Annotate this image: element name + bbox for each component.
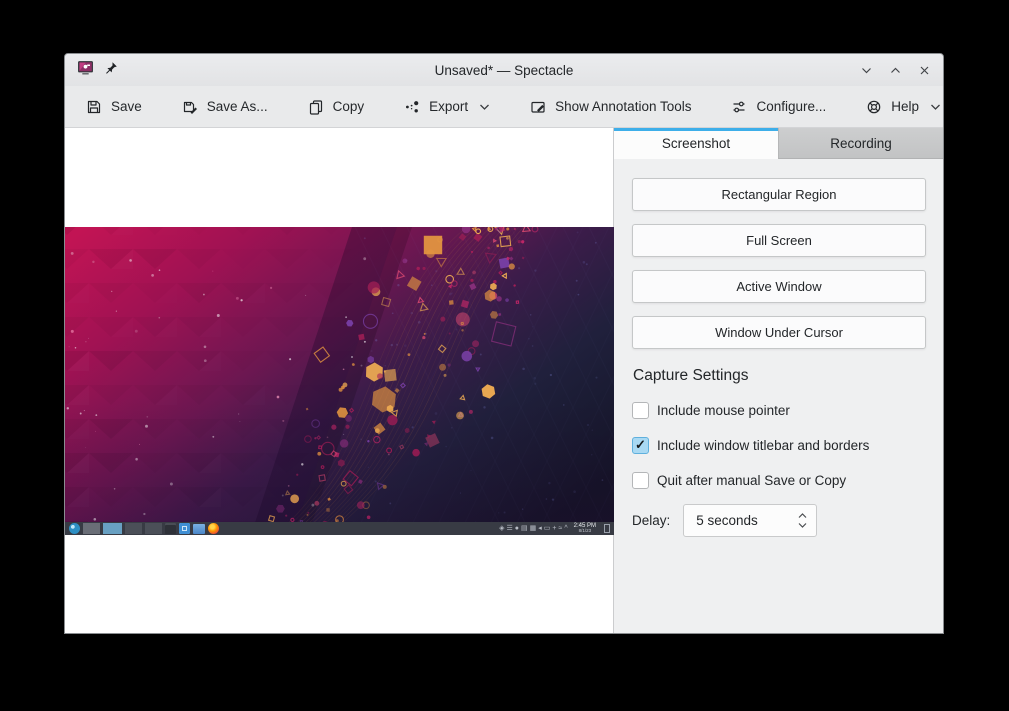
window-title: Unsaved* — Spectacle xyxy=(435,63,574,78)
notification-icon: ● xyxy=(515,522,519,535)
full-screen-button[interactable]: Full Screen xyxy=(632,224,926,257)
delay-row: Delay: 5 seconds xyxy=(632,504,926,537)
shield-icon: ◈ xyxy=(499,522,504,535)
chevron-down-icon xyxy=(479,103,490,111)
clock-date: 8/1/23 xyxy=(579,529,592,534)
include-mouse-pointer-checkbox[interactable] xyxy=(632,402,649,419)
volume-icon: ◂ xyxy=(538,522,542,535)
battery-icon: ▭ xyxy=(544,522,551,535)
preview-taskbar: ◈☰●▤▦◂▭+≈^ 2:45 PM 8/1/23 xyxy=(65,522,614,535)
active-window-button[interactable]: Active Window xyxy=(632,270,926,303)
spectacle-window: Unsaved* — Spectacle Save xyxy=(64,53,944,634)
show-annotation-tools-button[interactable]: Show Annotation Tools xyxy=(517,92,704,122)
delay-label: Delay: xyxy=(632,513,670,528)
file-manager-icon xyxy=(193,524,205,534)
spin-down-icon[interactable] xyxy=(798,522,807,528)
rectangular-region-button[interactable]: Rectangular Region xyxy=(632,178,926,211)
copy-button[interactable]: Copy xyxy=(295,92,378,122)
tab-recording[interactable]: Recording xyxy=(778,128,943,159)
network-icon: ≈ xyxy=(559,522,563,535)
wallpaper-art xyxy=(65,227,614,535)
capture-settings-heading: Capture Settings xyxy=(633,367,926,385)
plus-icon: + xyxy=(552,522,556,535)
launcher-icon xyxy=(69,523,80,534)
caret-icon: ^ xyxy=(564,522,567,535)
clipboard-icon: ▤ xyxy=(521,522,528,535)
quit-after-save-checkbox[interactable] xyxy=(632,472,649,489)
window-under-cursor-button[interactable]: Window Under Cursor xyxy=(632,316,926,349)
include-titlebar-option[interactable]: Include window titlebar and borders xyxy=(632,435,926,455)
copy-icon xyxy=(308,99,324,115)
display-icon: ▦ xyxy=(530,522,537,535)
include-mouse-pointer-option[interactable]: Include mouse pointer xyxy=(632,400,926,420)
quit-after-save-option[interactable]: Quit after manual Save or Copy xyxy=(632,470,926,490)
task-window-active-icon xyxy=(103,523,122,534)
include-titlebar-label: Include window titlebar and borders xyxy=(657,438,869,453)
system-tray: ◈☰●▤▦◂▭+≈^ xyxy=(499,522,568,535)
screenshot-preview-image: ◈☰●▤▦◂▭+≈^ 2:45 PM 8/1/23 xyxy=(65,227,614,535)
pin-icon[interactable] xyxy=(104,61,118,80)
tab-screenshot-label: Screenshot xyxy=(662,136,730,151)
capture-panel: Rectangular Region Full Screen Active Wi… xyxy=(614,159,943,633)
show-desktop-icon xyxy=(604,524,610,533)
show-annotation-tools-label: Show Annotation Tools xyxy=(555,99,691,114)
tab-recording-label: Recording xyxy=(830,136,892,151)
terminal-icon xyxy=(165,523,176,534)
export-button[interactable]: Export xyxy=(391,92,503,122)
save-icon xyxy=(86,99,102,115)
copy-label: Copy xyxy=(333,99,365,114)
help-label: Help xyxy=(891,99,919,114)
delay-spinbox[interactable]: 5 seconds xyxy=(683,504,817,537)
save-button[interactable]: Save xyxy=(73,92,155,122)
task-window-icon xyxy=(83,523,100,534)
save-as-icon xyxy=(182,99,198,115)
configure-icon xyxy=(731,99,747,115)
chevron-down-icon xyxy=(930,103,941,111)
delay-value: 5 seconds xyxy=(696,513,758,528)
tab-bar: Screenshot Recording xyxy=(614,128,943,159)
taskbar-launcher-area xyxy=(69,523,219,534)
clock: 2:45 PM 8/1/23 xyxy=(574,523,596,534)
close-button[interactable] xyxy=(918,64,931,77)
tab-screenshot[interactable]: Screenshot xyxy=(614,128,778,159)
maximize-button[interactable] xyxy=(889,64,902,77)
share-icon xyxy=(404,99,420,115)
help-button[interactable]: Help xyxy=(853,92,944,122)
firefox-icon xyxy=(208,523,219,534)
include-mouse-pointer-label: Include mouse pointer xyxy=(657,403,790,418)
toolbar: Save Save As... Copy xyxy=(65,86,943,128)
export-label: Export xyxy=(429,99,468,114)
task-window-dim-icon xyxy=(145,523,162,534)
configure-button[interactable]: Configure... xyxy=(718,92,839,122)
save-label: Save xyxy=(111,99,142,114)
minimize-button[interactable] xyxy=(860,64,873,77)
spin-up-icon[interactable] xyxy=(798,513,807,519)
spectacle-app-icon[interactable] xyxy=(77,59,94,81)
save-as-button[interactable]: Save As... xyxy=(169,92,281,122)
task-window-dim-icon xyxy=(125,523,142,534)
help-icon xyxy=(866,99,882,115)
user-icon: ☰ xyxy=(507,522,513,535)
annotation-icon xyxy=(530,99,546,115)
settings-icon xyxy=(179,523,190,534)
include-titlebar-checkbox[interactable] xyxy=(632,437,649,454)
screenshot-preview-pane: ◈☰●▤▦◂▭+≈^ 2:45 PM 8/1/23 xyxy=(65,128,614,633)
save-as-label: Save As... xyxy=(207,99,268,114)
configure-label: Configure... xyxy=(756,99,826,114)
quit-after-save-label: Quit after manual Save or Copy xyxy=(657,473,846,488)
titlebar[interactable]: Unsaved* — Spectacle xyxy=(65,54,943,86)
